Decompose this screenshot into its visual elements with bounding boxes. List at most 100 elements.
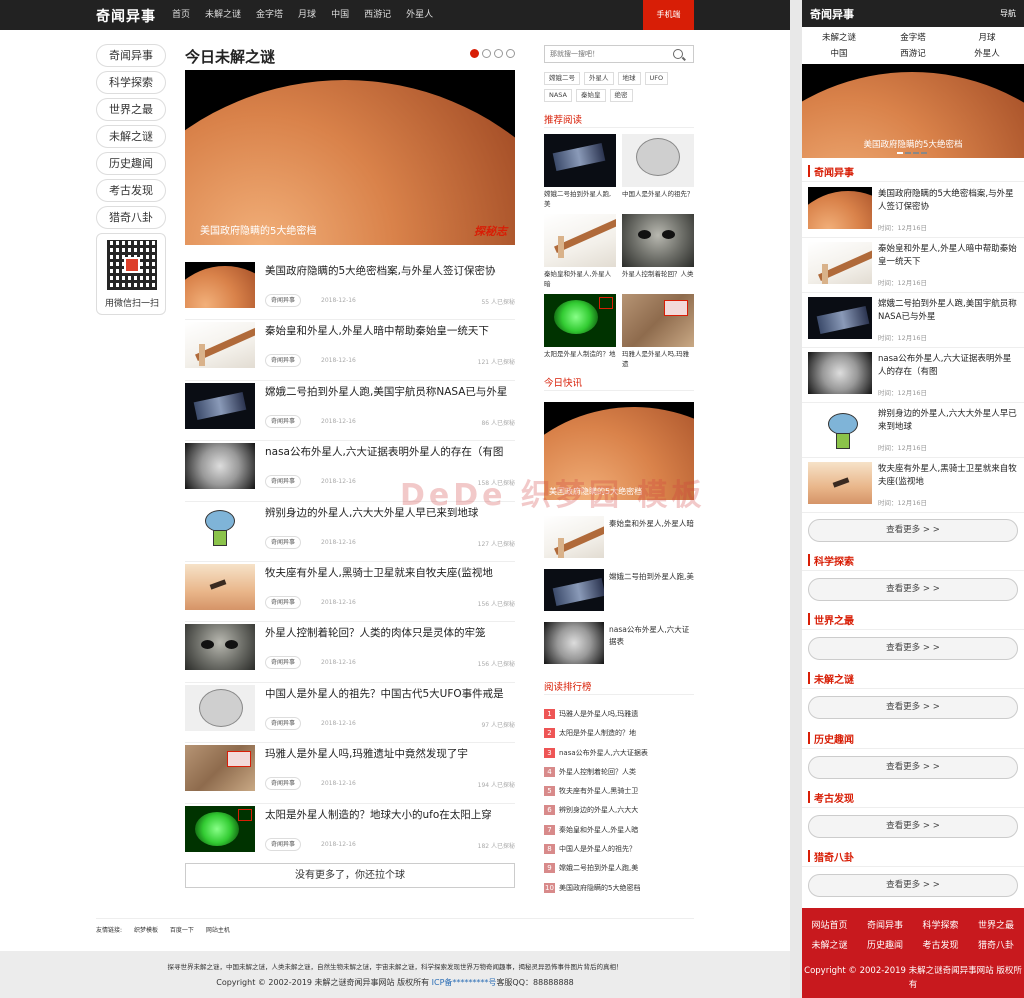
mobile-footer-link[interactable]: 历史趣闻: [858, 938, 913, 951]
rank-title[interactable]: 玛雅人是外星人吗,玛雅遗: [559, 709, 638, 719]
mobile-nav-button[interactable]: 导航: [1000, 8, 1016, 19]
article-thumbnail[interactable]: [185, 684, 255, 731]
carousel-dot[interactable]: [905, 152, 911, 154]
side-nav-item[interactable]: 科学探索: [96, 71, 166, 94]
article-row[interactable]: 外星人控制着轮回？人类的肉体只是灵体的牢笼 奇闻异事 2018-12-16 156 人…: [185, 622, 515, 683]
recommend-image[interactable]: [544, 294, 616, 347]
flash-thumbnail[interactable]: [544, 516, 604, 558]
article-thumbnail[interactable]: [185, 382, 255, 429]
rank-item[interactable]: 8 中国人是外星人的祖先？: [544, 842, 694, 861]
rank-item[interactable]: 6 辨别身边的外星人,六大大: [544, 803, 694, 822]
rank-item[interactable]: 5 牧夫座有外星人,黑骑士卫: [544, 784, 694, 803]
mobile-footer-link[interactable]: 考古发现: [913, 938, 968, 951]
rank-item[interactable]: 2 太阳是外星人制造的？地: [544, 726, 694, 745]
mobile-footer-link[interactable]: 科学探索: [913, 918, 968, 931]
carousel-dot[interactable]: [506, 49, 515, 58]
carousel-dot[interactable]: [482, 49, 491, 58]
recommend-item[interactable]: 中国人是外星人的祖先？: [622, 134, 694, 209]
view-more-button[interactable]: 查看更多 > >: [808, 874, 1018, 897]
rank-item[interactable]: 7 秦始皇和外星人,外星人暗: [544, 823, 694, 842]
flash-item[interactable]: 嫦娥二号拍到外星人跑,美: [544, 569, 694, 611]
rank-title[interactable]: 辨别身边的外星人,六大大: [559, 805, 638, 815]
article-tag[interactable]: 奇闻异事: [265, 294, 302, 307]
section-title[interactable]: 奇闻异事: [814, 164, 854, 179]
mobile-article-thumbnail[interactable]: [808, 352, 872, 394]
mobile-nav-item[interactable]: 外星人: [950, 47, 1024, 59]
mobile-article-title[interactable]: 辨别身边的外星人,六大大外星人早已来到地球: [878, 408, 1018, 434]
mobile-article-item[interactable]: nasa公布外星人,六大证据表明外星人的存在（有图 时间：12月16日: [802, 348, 1024, 403]
nav-item[interactable]: 首页: [172, 0, 190, 30]
article-tag[interactable]: 奇闻异事: [265, 656, 302, 670]
mobile-article-thumbnail[interactable]: [808, 297, 872, 339]
view-more-button[interactable]: 查看更多 > >: [808, 578, 1018, 601]
article-thumbnail[interactable]: [185, 624, 255, 671]
mobile-article-thumbnail[interactable]: [808, 407, 872, 449]
tag-link[interactable]: 外星人: [584, 72, 614, 85]
article-tag[interactable]: 奇闻异事: [265, 354, 302, 368]
hero-slide[interactable]: 美国政府隐瞒的5大绝密档 探秘志: [185, 70, 515, 245]
side-nav-item[interactable]: 考古发现: [96, 179, 166, 202]
nav-item[interactable]: 未解之谜: [205, 0, 241, 30]
article-tag[interactable]: 奇闻异事: [265, 595, 302, 609]
mobile-article-thumbnail[interactable]: [808, 462, 872, 504]
article-tag[interactable]: 奇闻异事: [265, 535, 302, 549]
nav-item[interactable]: 月球: [298, 0, 316, 30]
nav-item[interactable]: 西游记: [364, 0, 391, 30]
article-tag[interactable]: 奇闻异事: [265, 837, 302, 851]
mobile-article-title[interactable]: 嫦娥二号拍到外星人跑,美国宇航员称NASA已与外星: [878, 298, 1018, 324]
flash-item[interactable]: 秦始皇和外星人,外星人暗: [544, 516, 694, 558]
flash-thumbnail[interactable]: [544, 622, 604, 664]
article-thumbnail[interactable]: [185, 322, 255, 369]
article-title[interactable]: 外星人控制着轮回？人类的肉体只是灵体的牢笼: [265, 625, 515, 640]
rank-title[interactable]: 外星人控制着轮回？人类: [559, 767, 636, 777]
article-tag[interactable]: 奇闻异事: [265, 414, 302, 428]
recommend-item[interactable]: 玛雅人是外星人吗,玛雅遗: [622, 294, 694, 369]
article-title[interactable]: 美国政府隐瞒的5大绝密档案,与外星人签订保密协: [265, 263, 515, 278]
mobile-nav-item[interactable]: 西游记: [876, 47, 950, 59]
rank-title[interactable]: nasa公布外星人,六大证据表: [559, 748, 648, 758]
side-nav-item[interactable]: 奇闻异事: [96, 44, 166, 67]
mobile-article-item[interactable]: 辨别身边的外星人,六大大外星人早已来到地球 时间：12月16日: [802, 403, 1024, 458]
mobile-article-thumbnail[interactable]: [808, 187, 872, 229]
article-title[interactable]: 太阳是外星人制造的？地球大小的ufo在太阳上穿: [265, 807, 515, 822]
side-nav-item[interactable]: 世界之最: [96, 98, 166, 121]
article-thumbnail[interactable]: [185, 443, 255, 490]
rank-item[interactable]: 3 nasa公布外星人,六大证据表: [544, 746, 694, 765]
view-more-button[interactable]: 查看更多 > >: [808, 755, 1018, 779]
flash-title[interactable]: 嫦娥二号拍到外星人跑,美: [609, 571, 694, 583]
view-more-button[interactable]: 查看更多 > >: [808, 637, 1018, 661]
recommend-item[interactable]: 太阳是外星人制造的？地: [544, 294, 616, 369]
friend-link[interactable]: 织梦模板: [134, 927, 158, 934]
article-tag[interactable]: 奇闻异事: [265, 716, 302, 730]
carousel-dot[interactable]: [494, 49, 503, 58]
mobile-article-item[interactable]: 秦始皇和外星人,外星人暗中帮助秦始皇一统天下 时间：12月16日: [802, 238, 1024, 293]
mobile-article-thumbnail[interactable]: [808, 242, 872, 284]
rank-title[interactable]: 太阳是外星人制造的？地: [559, 728, 636, 738]
site-logo[interactable]: 奇闻异事: [96, 6, 156, 26]
rank-item[interactable]: 1 玛雅人是外星人吗,玛雅遗: [544, 707, 694, 726]
recommend-item[interactable]: 嫦娥二号拍到外星人跑,美: [544, 134, 616, 209]
section-title[interactable]: 科学探索: [814, 553, 854, 568]
article-title[interactable]: 嫦娥二号拍到外星人跑,美国宇航员称NASA已与外星: [265, 384, 515, 399]
side-nav-item[interactable]: 历史趣闻: [96, 152, 166, 175]
tag-link[interactable]: 秦始皇: [576, 89, 606, 102]
recommend-image[interactable]: [622, 214, 694, 267]
view-more-button[interactable]: 查看更多 > >: [808, 696, 1018, 720]
recommend-caption[interactable]: 外星人控制着轮回？人类: [622, 269, 694, 289]
article-title[interactable]: 玛雅人是外星人吗,玛雅遗址中竟然发现了宇: [265, 746, 515, 761]
rank-title[interactable]: 嫦娥二号拍到外星人跑,美: [559, 863, 638, 873]
mobile-footer-link[interactable]: 世界之最: [969, 918, 1024, 931]
tag-link[interactable]: 地球: [617, 72, 641, 85]
mobile-footer-link[interactable]: 网站首页: [802, 918, 857, 931]
mobile-article-title[interactable]: nasa公布外星人,六大证据表明外星人的存在（有图: [878, 353, 1018, 379]
search-icon[interactable]: [673, 49, 683, 59]
article-title[interactable]: 中国人是外星人的祖先？中国古代5大UFO事件戒是: [265, 686, 515, 701]
article-thumbnail[interactable]: [185, 563, 255, 610]
recommend-caption[interactable]: 中国人是外星人的祖先？: [622, 189, 694, 209]
mobile-footer-link[interactable]: 奇闻异事: [858, 918, 913, 931]
article-thumbnail[interactable]: [185, 745, 255, 792]
rank-title[interactable]: 牧夫座有外星人,黑骑士卫: [559, 786, 638, 796]
tag-link[interactable]: 绝密: [609, 89, 633, 102]
view-more-button[interactable]: 查看更多 > >: [808, 814, 1018, 838]
recommend-item[interactable]: 秦始皇和外星人,外星人暗: [544, 214, 616, 289]
